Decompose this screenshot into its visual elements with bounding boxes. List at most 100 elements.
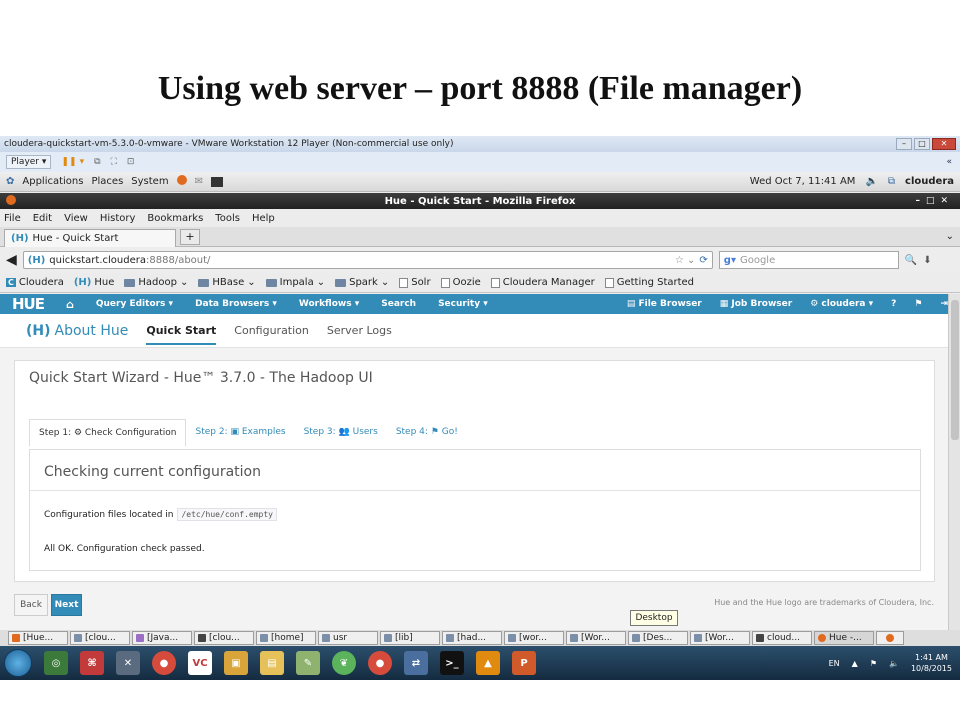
close-icon[interactable]: ✕ [932, 138, 956, 150]
window-item[interactable]: usr [318, 631, 378, 645]
tab-quick-start[interactable]: Quick Start [146, 324, 217, 345]
reload-icon[interactable]: ⟳ [699, 255, 707, 266]
window-item[interactable]: cloud... [752, 631, 812, 645]
system-menu[interactable]: System [131, 176, 168, 187]
menu-edit[interactable]: Edit [33, 213, 52, 224]
chrome-icon[interactable]: ● [368, 651, 392, 675]
nav-user-menu[interactable]: ⚙ cloudera ▾ [810, 299, 873, 309]
window-item[interactable]: [Wor... [690, 631, 750, 645]
window-item[interactable]: [Des... [628, 631, 688, 645]
scrollbar-thumb[interactable] [951, 300, 959, 440]
nav-query-editors[interactable]: Query Editors ▾ [96, 299, 173, 309]
window-item-extra[interactable] [876, 631, 904, 645]
fullscreen-icon[interactable]: ⛶ [111, 157, 117, 167]
notepad-icon[interactable]: ✎ [296, 651, 320, 675]
search-box[interactable]: g▾ Google [718, 251, 899, 269]
clock[interactable]: Wed Oct 7, 11:41 AM [750, 176, 856, 187]
bookmark-hue[interactable]: (H) Hue [74, 277, 115, 288]
powerpoint-icon[interactable]: P [512, 651, 536, 675]
language-indicator[interactable]: EN [829, 659, 840, 668]
hue-logo[interactable]: HUE [12, 295, 45, 313]
search-magnifier-icon[interactable]: 🔍 [905, 255, 917, 266]
bookmark-star-icon[interactable]: ☆ ⌄ [675, 255, 696, 266]
tray-expand-icon[interactable]: ▲ [852, 659, 858, 668]
logout-icon[interactable]: ⇥ [940, 299, 948, 309]
nav-workflows[interactable]: Workflows ▾ [299, 299, 359, 309]
new-tab-button[interactable]: + [180, 228, 200, 245]
collapse-chevron-icon[interactable]: « [946, 157, 960, 167]
unity-icon[interactable]: ⊡ [127, 157, 135, 167]
chrome-icon[interactable]: ● [152, 651, 176, 675]
step-go[interactable]: Step 4: ⚑ Go! [387, 419, 467, 447]
vc-icon[interactable]: VC [188, 651, 212, 675]
step-check-configuration[interactable]: Step 1: ⚙ Check Configuration [29, 419, 187, 447]
flag-tray-icon[interactable]: ⚑ [870, 659, 877, 668]
help-icon[interactable]: ? [891, 299, 896, 309]
back-button[interactable]: Back [14, 594, 48, 616]
window-item[interactable]: [clou... [194, 631, 254, 645]
menu-history[interactable]: History [100, 213, 136, 224]
mail-launcher-icon[interactable]: ✉ [195, 176, 203, 187]
back-arrow-icon[interactable]: ◀ [6, 252, 17, 268]
network-icon[interactable]: ⧉ [888, 176, 895, 187]
menu-help[interactable]: Help [252, 213, 275, 224]
bookmark-oozie[interactable]: Oozie [440, 277, 481, 288]
bookmark-cloudera-manager[interactable]: Cloudera Manager [490, 277, 595, 288]
app-icon[interactable]: ⌘ [80, 651, 104, 675]
window-item[interactable]: [wor... [504, 631, 564, 645]
nav-data-browsers[interactable]: Data Browsers ▾ [195, 299, 277, 309]
speaker-icon[interactable]: 🔈 [889, 659, 899, 668]
download-icon[interactable]: ⬇ [923, 255, 931, 266]
cmd-icon[interactable]: >_ [440, 651, 464, 675]
spring-icon[interactable]: ❦ [332, 651, 356, 675]
network-share-icon[interactable]: ⇄ [404, 651, 428, 675]
nav-security[interactable]: Security ▾ [438, 299, 488, 309]
start-button[interactable] [4, 649, 32, 677]
player-menu-button[interactable]: Player ▾ [6, 155, 52, 169]
window-item[interactable]: [Wor... [566, 631, 626, 645]
page-scrollbar[interactable] [948, 294, 960, 630]
tab-list-chevron-icon[interactable]: ⌄ [946, 231, 960, 242]
window-item[interactable]: [clou... [70, 631, 130, 645]
tools-icon[interactable]: ✕ [116, 651, 140, 675]
firefox-launcher-icon[interactable] [176, 175, 187, 188]
step-examples[interactable]: Step 2: ▣ Examples [186, 419, 294, 447]
minimize-icon[interactable]: – [896, 138, 912, 150]
window-item[interactable]: [Hue... [8, 631, 68, 645]
bookmark-hadoop[interactable]: Hadoop ⌄ [124, 277, 188, 288]
tab-hue-quick-start[interactable]: (H) Hue - Quick Start [4, 228, 176, 247]
user-menu[interactable]: cloudera [905, 176, 954, 187]
step-users[interactable]: Step 3: 👥 Users [295, 419, 387, 447]
window-item[interactable]: [lib] [380, 631, 440, 645]
explorer-icon[interactable]: ▤ [260, 651, 284, 675]
menu-view[interactable]: View [64, 213, 88, 224]
tab-server-logs[interactable]: Server Logs [327, 324, 392, 337]
window-item[interactable]: [home] [256, 631, 316, 645]
taskbar-clock[interactable]: 1:41 AM 10/8/2015 [911, 652, 952, 674]
bookmark-getting-started[interactable]: Getting Started [604, 277, 694, 288]
window-item[interactable]: [Java... [132, 631, 192, 645]
url-bar[interactable]: (H) quickstart.cloudera:8888/about/ ☆ ⌄ … [22, 251, 713, 269]
terminal-launcher-icon[interactable] [210, 176, 223, 187]
applications-menu[interactable]: Applications [22, 176, 83, 187]
vm-settings-icon[interactable]: ⧉ [94, 157, 100, 167]
window-item[interactable]: [had... [442, 631, 502, 645]
pause-icon[interactable]: ❚❚ ▾ [61, 157, 84, 167]
volume-icon[interactable]: 🔈 [865, 176, 877, 187]
bookmark-hbase[interactable]: HBase ⌄ [198, 277, 256, 288]
bookmark-solr[interactable]: Solr [399, 277, 431, 288]
vlc-icon[interactable]: ▲ [476, 651, 500, 675]
bookmark-spark[interactable]: Spark ⌄ [335, 277, 389, 288]
vmware-icon[interactable]: ▣ [224, 651, 248, 675]
next-button[interactable]: Next [51, 594, 82, 616]
nav-file-browser[interactable]: ▤ File Browser [627, 299, 702, 309]
menu-tools[interactable]: Tools [215, 213, 240, 224]
menu-bookmarks[interactable]: Bookmarks [147, 213, 203, 224]
app-icon[interactable]: ◎ [44, 651, 68, 675]
maximize-icon[interactable]: □ [914, 138, 930, 150]
bookmark-impala[interactable]: Impala ⌄ [265, 277, 325, 288]
places-menu[interactable]: Places [91, 176, 123, 187]
firefox-window-controls[interactable]: –□✕ [915, 196, 954, 206]
bookmark-cloudera[interactable]: C Cloudera [6, 277, 64, 288]
tab-configuration[interactable]: Configuration [234, 324, 309, 337]
